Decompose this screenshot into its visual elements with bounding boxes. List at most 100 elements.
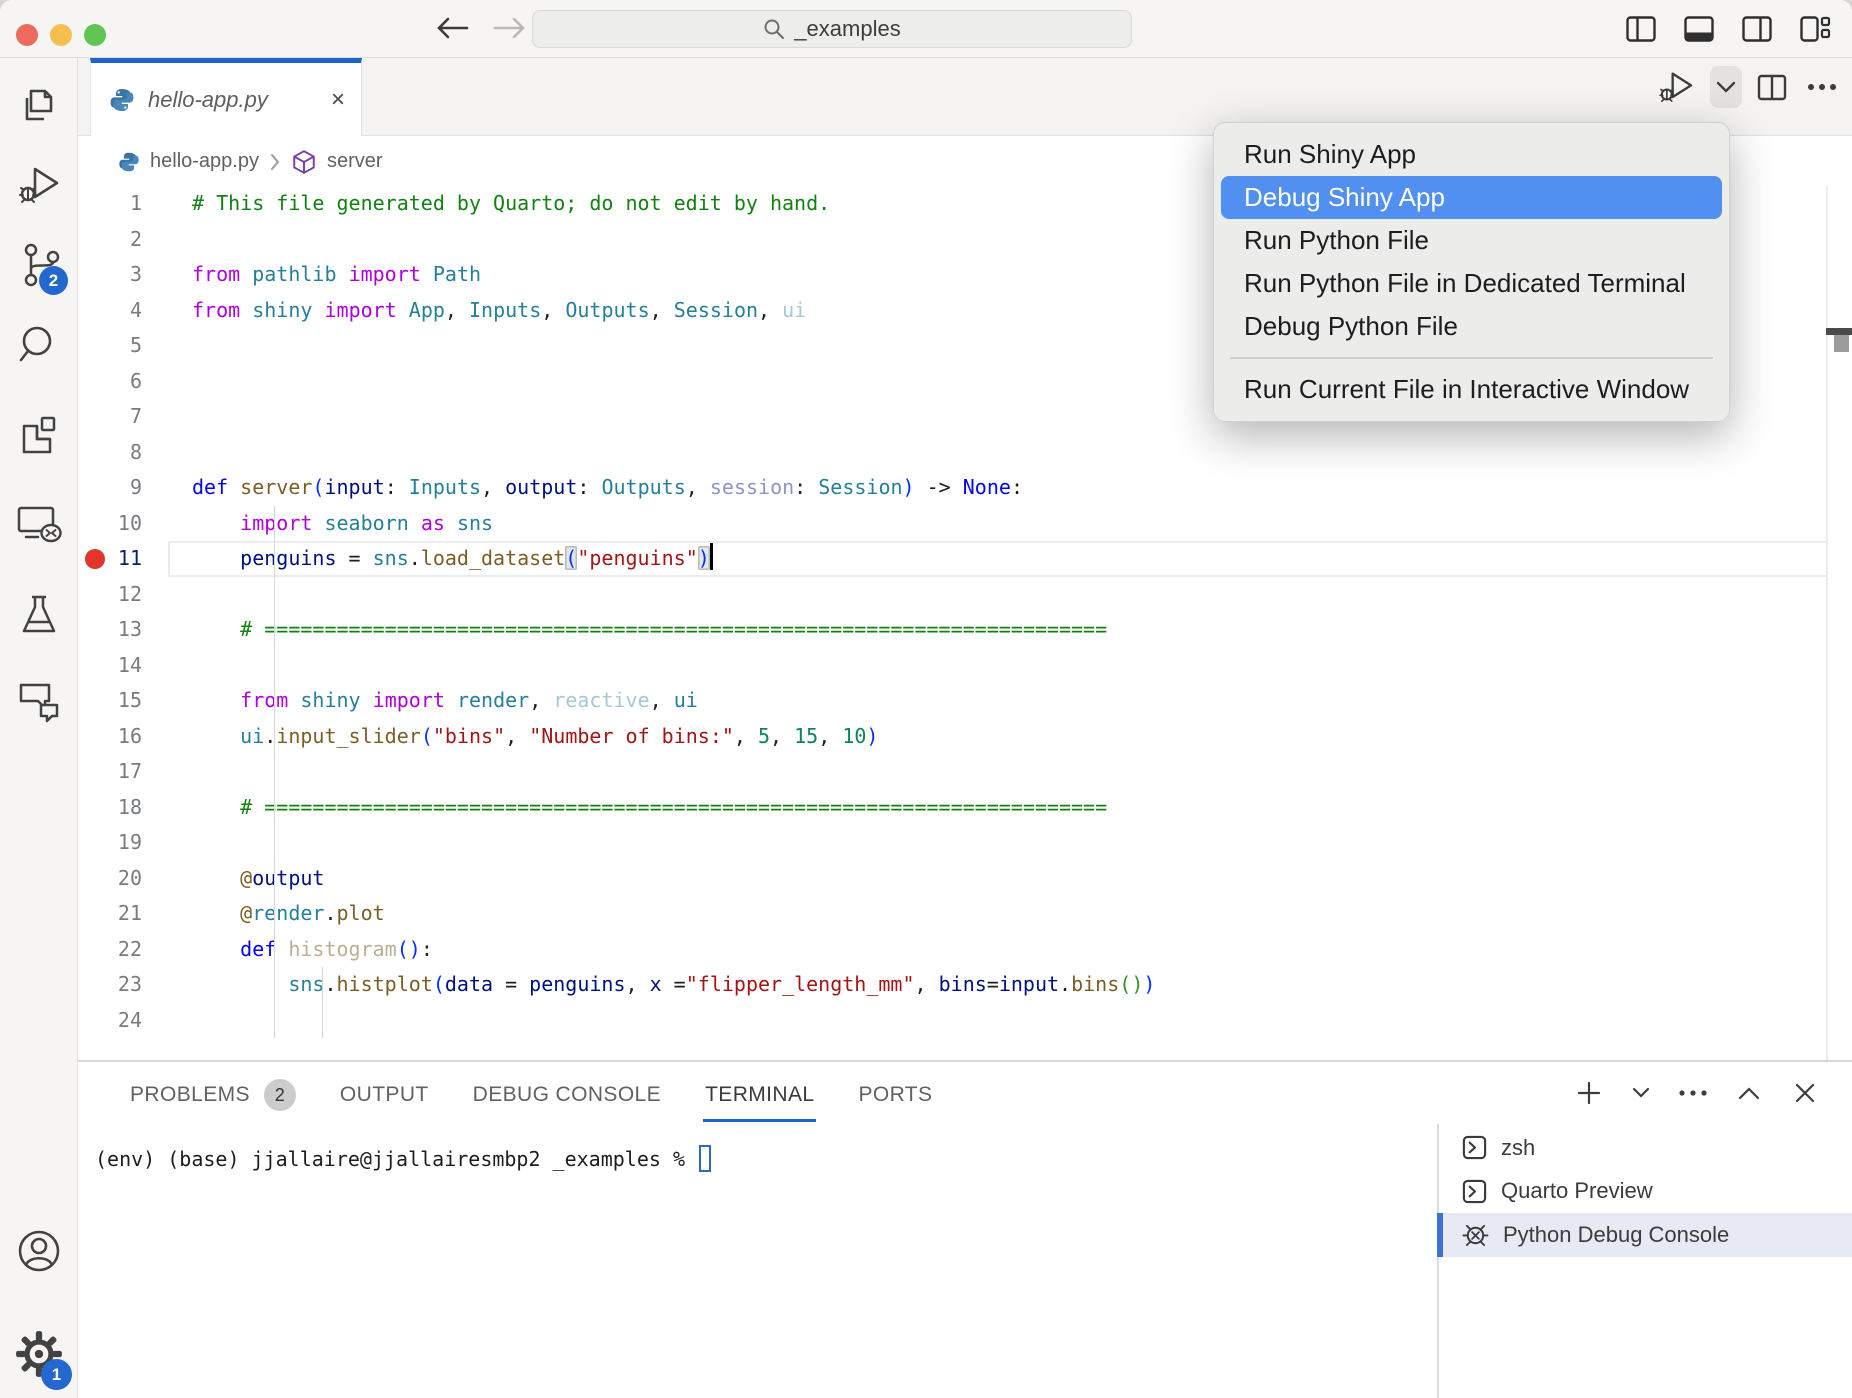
breadcrumb-symbol[interactable]: server (327, 150, 383, 173)
sidebar-item-explorer[interactable] (0, 67, 78, 143)
sidebar-item-remote-explorer[interactable] (0, 487, 78, 563)
split-editor-button[interactable] (1752, 66, 1792, 108)
menu-item-run-current-file-in-interactive-window[interactable]: Run Current File in Interactive Window (1221, 368, 1722, 411)
code-line[interactable] (192, 1003, 1852, 1039)
panel-tab-terminal[interactable]: TERMINAL (705, 1062, 814, 1128)
panel-more-actions-icon[interactable] (1676, 1076, 1710, 1110)
editor-gutter[interactable]: 123456789101112131415161718192021222324 (78, 186, 168, 1038)
line-number[interactable]: 9 (78, 470, 168, 506)
account-button[interactable] (0, 1213, 78, 1289)
line-number[interactable]: 14 (78, 648, 168, 684)
tab-close-icon[interactable]: × (331, 86, 345, 114)
code-line[interactable]: import seaborn as sns (192, 506, 1852, 542)
code-line[interactable]: sns.histplot(data = penguins, x ="flippe… (192, 967, 1852, 1003)
line-number[interactable]: 23 (78, 967, 168, 1003)
toggle-secondary-sidebar-icon[interactable] (1738, 10, 1776, 48)
tab-hello-app-py[interactable]: hello-app.py × (90, 58, 362, 136)
line-number[interactable]: 24 (78, 1003, 168, 1039)
code-line[interactable]: from shiny import render, reactive, ui (192, 683, 1852, 719)
panel-tab-output[interactable]: OUTPUT (340, 1062, 429, 1128)
line-number[interactable]: 15 (78, 683, 168, 719)
terminal-list-item-quarto-preview[interactable]: Quarto Preview (1437, 1170, 1852, 1214)
breadcrumb-file[interactable]: hello-app.py (150, 150, 259, 173)
line-number[interactable]: 19 (78, 825, 168, 861)
terminal-list-item-python-debug-console[interactable]: Python Debug Console (1437, 1213, 1852, 1257)
terminal-icon (1461, 1178, 1488, 1205)
code-line[interactable] (192, 754, 1852, 790)
sidebar-item-comments[interactable] (0, 663, 78, 739)
panel-tab-debug-console[interactable]: DEBUG CONSOLE (473, 1062, 661, 1128)
breakpoint-dot[interactable] (85, 549, 105, 569)
code-line[interactable] (192, 435, 1852, 471)
menu-item-run-shiny-app[interactable]: Run Shiny App (1221, 133, 1722, 176)
menu-item-debug-python-file[interactable]: Debug Python File (1221, 305, 1722, 348)
line-number[interactable]: 2 (78, 222, 168, 258)
sidebar-item-run-debug[interactable] (0, 147, 78, 223)
toggle-panel-icon[interactable] (1680, 10, 1718, 48)
sidebar-item-extensions[interactable] (0, 397, 78, 473)
panel-tab-problems[interactable]: PROBLEMS2 (130, 1062, 296, 1128)
code-line[interactable]: # ======================================… (192, 790, 1852, 826)
terminal-profile-chevron-icon[interactable] (1628, 1076, 1654, 1110)
forward-icon[interactable] (490, 8, 530, 48)
scrollbar-handle[interactable] (1834, 335, 1849, 352)
new-terminal-icon[interactable] (1572, 1076, 1606, 1110)
customize-layout-icon[interactable] (1796, 10, 1834, 48)
debug-bug-icon (1461, 1221, 1490, 1248)
terminal-list-item-zsh[interactable]: zsh (1437, 1126, 1852, 1170)
back-icon[interactable] (432, 8, 472, 48)
code-line[interactable] (192, 825, 1852, 861)
line-number[interactable]: 16 (78, 719, 168, 755)
line-number[interactable]: 22 (78, 932, 168, 968)
code-line[interactable]: def server(input: Inputs, output: Output… (192, 470, 1852, 506)
extensions-icon (16, 412, 62, 458)
panel-actions (1572, 1076, 1822, 1110)
sidebar-item-testing[interactable] (0, 577, 78, 653)
menu-item-debug-shiny-app[interactable]: Debug Shiny App (1221, 176, 1722, 219)
menu-separator (1230, 357, 1713, 359)
line-number[interactable]: 7 (78, 399, 168, 435)
code-line[interactable]: @render.plot (192, 896, 1852, 932)
line-number[interactable]: 13 (78, 612, 168, 648)
more-actions-icon (1806, 82, 1838, 92)
line-number[interactable]: 17 (78, 754, 168, 790)
code-line[interactable]: @output (192, 861, 1852, 897)
maximize-panel-icon[interactable] (1732, 1076, 1766, 1110)
more-actions-button[interactable] (1802, 66, 1842, 108)
line-number[interactable]: 6 (78, 364, 168, 400)
sidebar-item-source-control[interactable]: 2 (0, 227, 78, 303)
line-number[interactable]: 12 (78, 577, 168, 613)
line-number[interactable]: 20 (78, 861, 168, 897)
toggle-primary-sidebar-icon[interactable] (1622, 10, 1660, 48)
code-line[interactable] (192, 648, 1852, 684)
sidebar-item-search[interactable] (0, 307, 78, 383)
menu-item-run-python-file-in-dedicated-terminal[interactable]: Run Python File in Dedicated Terminal (1221, 262, 1722, 305)
close-panel-icon[interactable] (1788, 1076, 1822, 1110)
line-number[interactable]: 1 (78, 186, 168, 222)
menu-item-run-python-file[interactable]: Run Python File (1221, 219, 1722, 262)
line-number[interactable]: 10 (78, 506, 168, 542)
explorer-icon (16, 82, 62, 128)
code-line[interactable] (192, 577, 1852, 613)
line-number[interactable]: 8 (78, 435, 168, 471)
run-python-file-button[interactable] (1652, 66, 1700, 108)
terminal-list-label: Python Debug Console (1503, 1222, 1729, 1248)
close-window-button[interactable] (16, 24, 38, 46)
command-center-search[interactable]: _examples (532, 10, 1132, 48)
panel-tab-ports[interactable]: PORTS (858, 1062, 932, 1128)
zoom-window-button[interactable] (84, 24, 106, 46)
line-number[interactable]: 21 (78, 896, 168, 932)
run-options-dropdown-button[interactable] (1710, 66, 1742, 108)
minimize-window-button[interactable] (50, 24, 72, 46)
line-number[interactable]: 11 (78, 541, 168, 577)
code-line[interactable]: ui.input_slider("bins", "Number of bins:… (192, 719, 1852, 755)
line-number[interactable]: 18 (78, 790, 168, 826)
line-number[interactable]: 4 (78, 293, 168, 329)
terminal-prompt-line[interactable]: (env) (base) jjallaire@jjallairesmbp2 _e… (95, 1145, 711, 1172)
line-number[interactable]: 5 (78, 328, 168, 364)
settings-button[interactable]: 1 (0, 1316, 78, 1392)
code-line[interactable]: def histogram(): (192, 932, 1852, 968)
code-line[interactable]: penguins = sns.load_dataset("penguins") (192, 541, 1852, 577)
line-number[interactable]: 3 (78, 257, 168, 293)
code-line[interactable]: # ======================================… (192, 612, 1852, 648)
